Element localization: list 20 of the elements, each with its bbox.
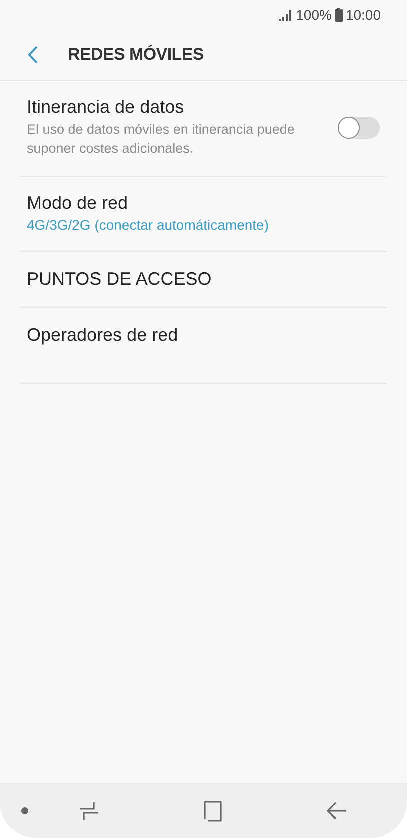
setting-description: El uso de datos móviles en itinerancia puede suponer costes adicionales.	[27, 121, 296, 158]
settings-item[interactable]: Itinerancia de datos El uso de datos móviles en itinerancia puede suponer costes adicionales.	[20, 81, 387, 176]
page-title: REDES MÓVILES	[68, 45, 204, 65]
setting-title: Operadores de red	[27, 325, 178, 346]
recent-apps-button[interactable]	[79, 800, 99, 820]
toggle-switch[interactable]	[338, 116, 380, 138]
setting-title: Itinerancia de datos	[27, 97, 184, 118]
clock-time: 10:00	[346, 7, 381, 23]
back-button[interactable]	[327, 800, 347, 820]
dot-icon	[21, 806, 29, 814]
settings-item[interactable]: Modo de red 4G/3G/2G (conectar automáticamente)	[20, 177, 387, 251]
home-button[interactable]	[203, 800, 223, 822]
setting-value: 4G/3G/2G (conectar automáticamente)	[27, 217, 269, 233]
settings-item[interactable]: Operadores de red	[20, 308, 387, 363]
settings-item[interactable]: PUNTOS DE ACCESO	[20, 252, 387, 307]
signal-icon	[279, 10, 294, 20]
setting-title: Modo de red	[27, 193, 128, 214]
setting-title: PUNTOS DE ACCESO	[27, 269, 212, 290]
battery-percentage: 100%	[296, 7, 332, 23]
battery-icon	[334, 8, 343, 22]
